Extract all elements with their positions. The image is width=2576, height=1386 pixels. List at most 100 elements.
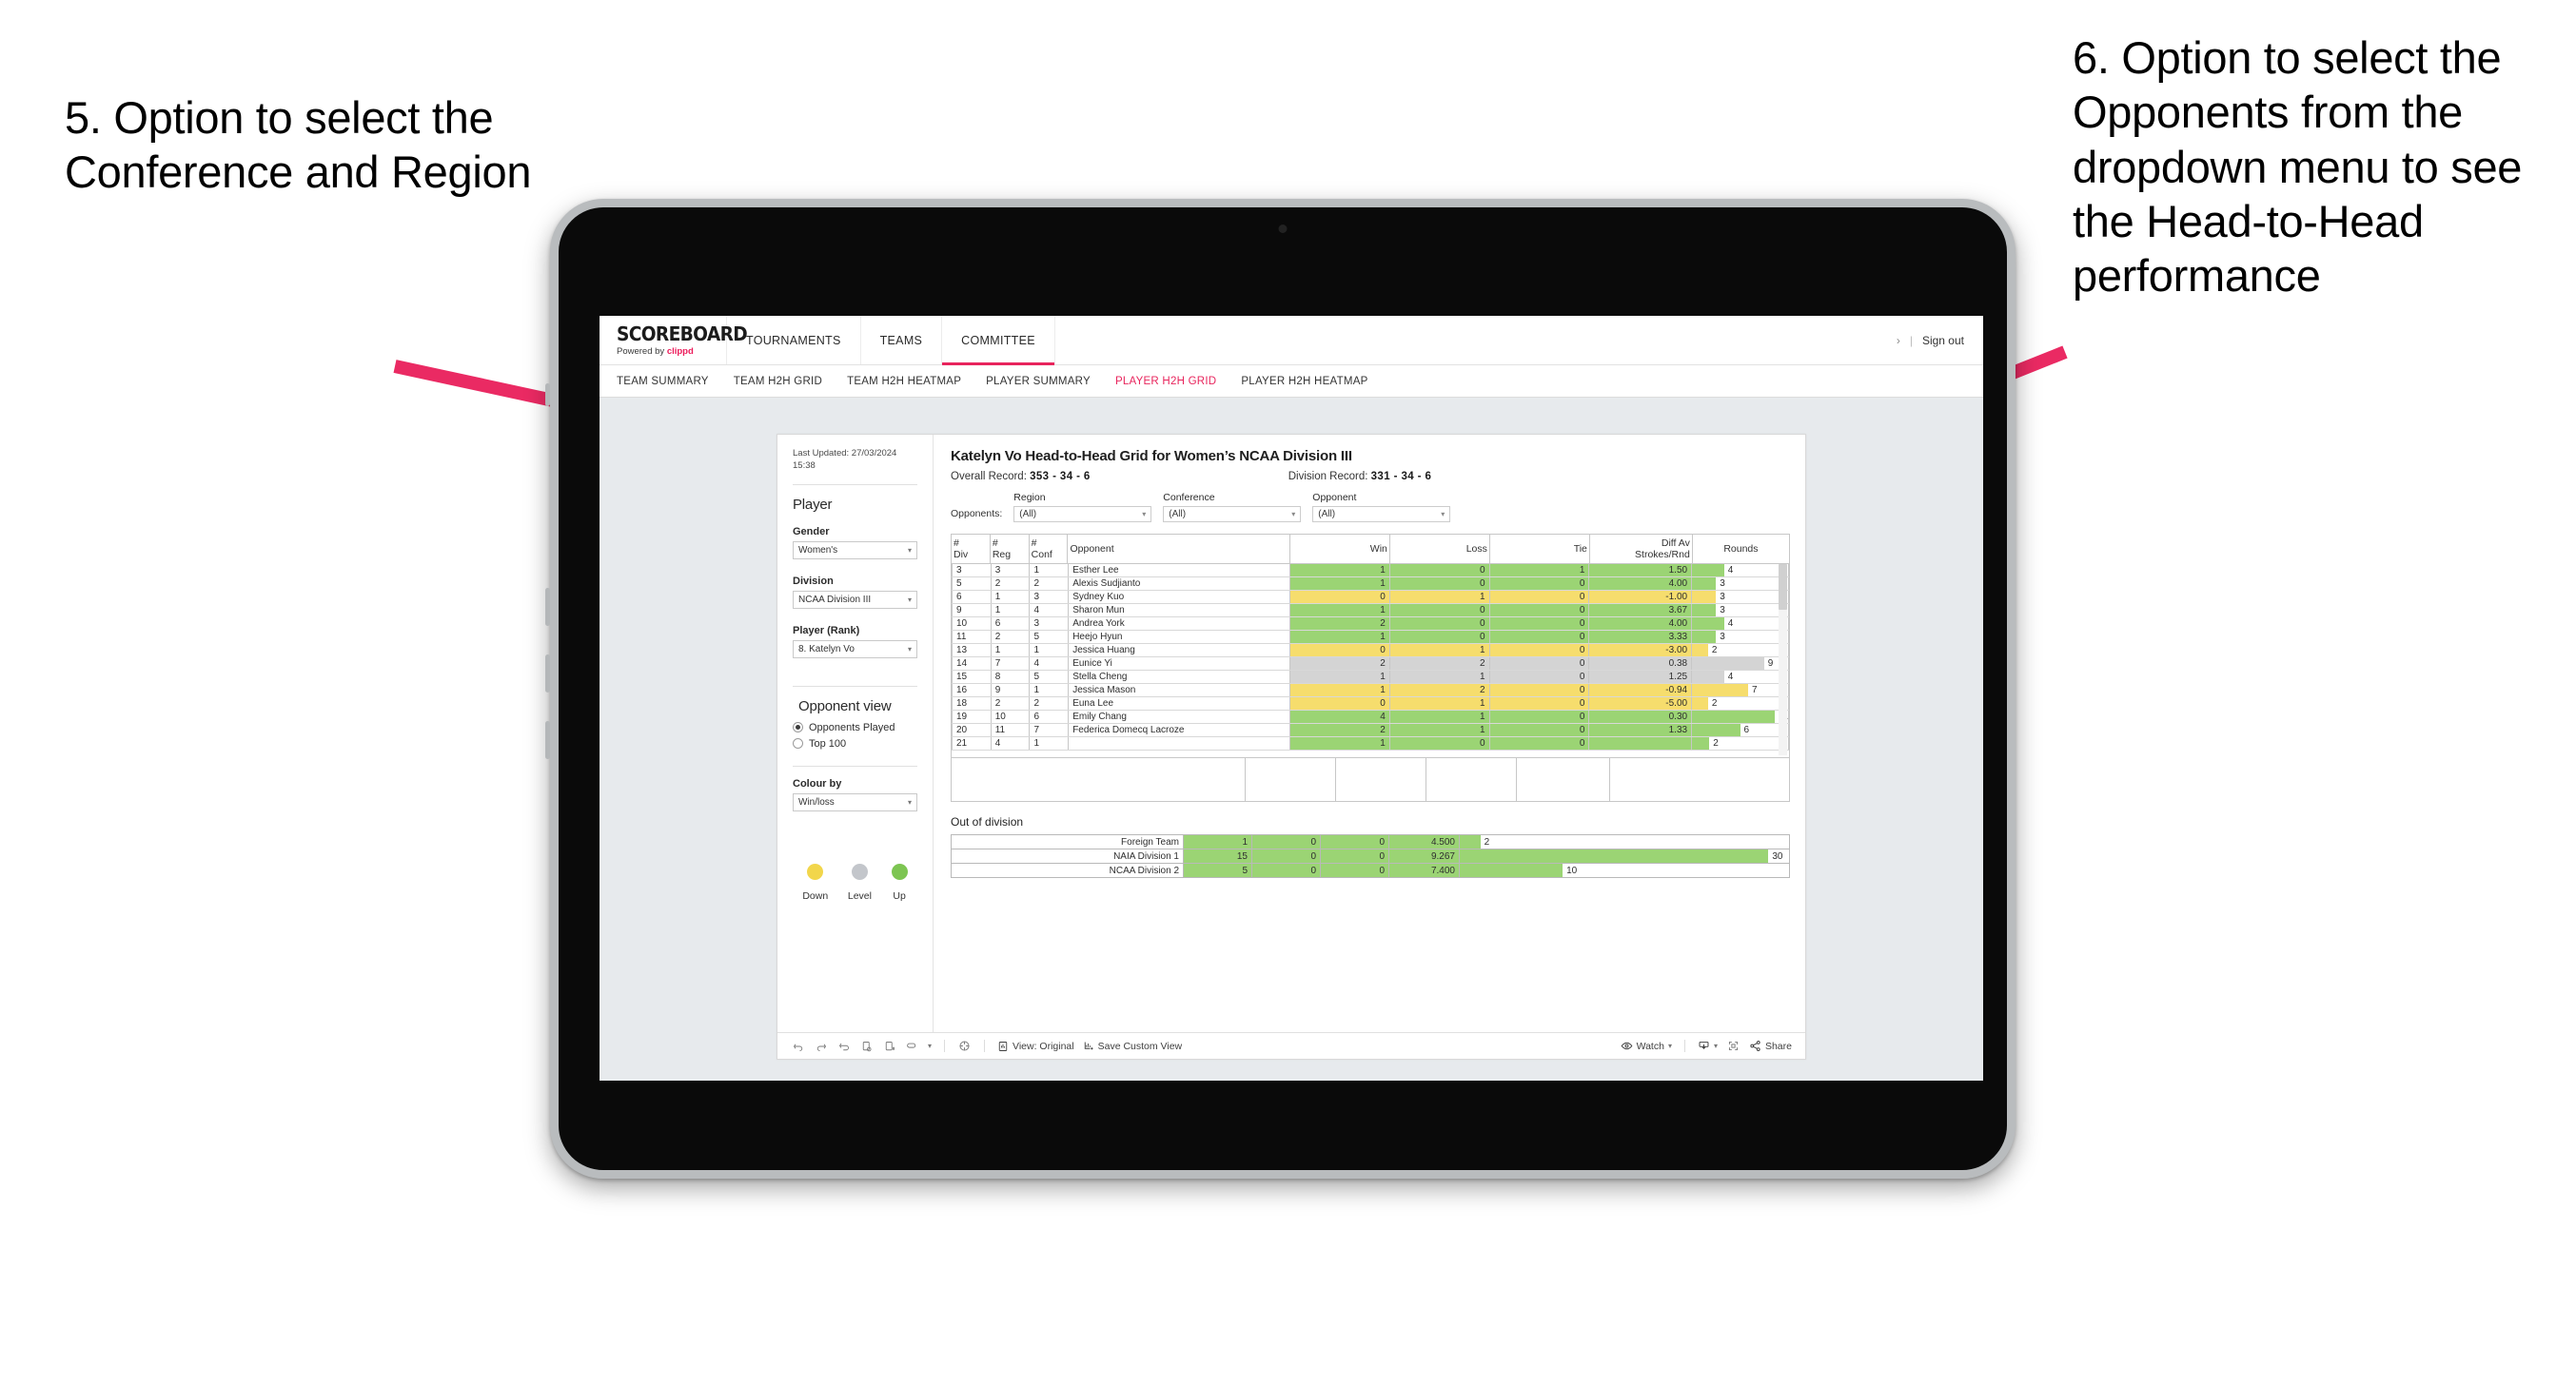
filter-opponent-select[interactable]: (All) ▾ bbox=[1312, 506, 1451, 522]
share-button[interactable]: Share bbox=[1749, 1040, 1792, 1052]
chevron-down-icon: ▾ bbox=[907, 644, 912, 654]
cell-tie: 0 bbox=[1488, 736, 1589, 752]
out-of-division-row[interactable]: NAIA Division 1 15 0 0 9.267 30 bbox=[951, 849, 1790, 865]
share-icon bbox=[1750, 1041, 1760, 1051]
watch-button[interactable]: Watch ▾ bbox=[1621, 1040, 1672, 1052]
cell-tie: 0 bbox=[1488, 696, 1589, 712]
pan-icon[interactable] bbox=[905, 1039, 919, 1053]
grid-vertical-scrollbar[interactable] bbox=[1779, 564, 1787, 756]
table-row[interactable]: 18 2 2 Euna Lee 0 1 0 -5.00 2 bbox=[952, 696, 1789, 712]
nav-item-tournaments[interactable]: TOURNAMENTS bbox=[727, 316, 861, 364]
rounds-bar-fill bbox=[1692, 631, 1717, 644]
table-row[interactable]: 14 7 4 Eunice Yi 2 2 0 0.38 9 bbox=[952, 656, 1789, 672]
visualization-card: Last Updated: 27/03/2024 15:38 Player Ge… bbox=[777, 434, 1806, 1060]
redo-icon[interactable] bbox=[814, 1039, 828, 1053]
save-custom-view-button[interactable]: Save Custom View bbox=[1083, 1041, 1182, 1052]
table-row[interactable]: 3 3 1 Esther Lee 1 0 1 1.50 4 bbox=[952, 564, 1789, 578]
col-win: Win bbox=[1288, 533, 1390, 565]
cell-div: 6 bbox=[952, 590, 992, 605]
select-division[interactable]: NCAA Division III ▾ bbox=[793, 590, 917, 609]
brand-logo[interactable]: SCOREBOARD Powered by clippd bbox=[600, 316, 748, 364]
cell-win: 1 bbox=[1289, 736, 1390, 752]
cell-rounds: 3 bbox=[1691, 603, 1789, 618]
cell-loss: 2 bbox=[1388, 683, 1490, 698]
cell-loss: 1 bbox=[1388, 643, 1490, 658]
cell-diff: -3.00 bbox=[1588, 643, 1692, 658]
pause-auto-update-icon[interactable] bbox=[882, 1039, 896, 1053]
out-of-division-row[interactable]: Foreign Team 1 0 0 4.500 2 bbox=[951, 834, 1790, 850]
fullscreen-icon[interactable] bbox=[1726, 1039, 1740, 1053]
radio-top-100[interactable]: Top 100 bbox=[793, 738, 917, 750]
grid-scrollbar-thumb[interactable] bbox=[1779, 564, 1787, 611]
cell-rounds: 30 bbox=[1459, 849, 1790, 865]
table-row[interactable]: 16 9 1 Jessica Mason 1 2 0 -0.94 7 bbox=[952, 683, 1789, 698]
chevron-right-icon[interactable]: › bbox=[1897, 334, 1900, 347]
nav-item-teams[interactable]: TEAMS bbox=[861, 316, 943, 364]
subnav-player-h2h-heatmap[interactable]: PLAYER H2H HEATMAP bbox=[1241, 376, 1367, 387]
rounds-bar-fill bbox=[1692, 617, 1724, 631]
table-row[interactable]: 6 1 3 Sydney Kuo 0 1 0 -1.00 3 bbox=[952, 590, 1789, 605]
cell-tie: 0 bbox=[1488, 616, 1589, 632]
select-gender[interactable]: Women's ▾ bbox=[793, 540, 917, 559]
table-row[interactable]: 11 2 5 Heejo Hyun 1 0 0 3.33 3 bbox=[952, 630, 1789, 645]
overall-record: Overall Record: 353 - 34 - 6 bbox=[951, 471, 1091, 482]
cell-opponent: Stella Cheng bbox=[1068, 670, 1290, 685]
subnav-team-summary[interactable]: TEAM SUMMARY bbox=[617, 376, 709, 387]
table-row-partial[interactable]: 21 4 1 100 2 bbox=[952, 736, 1789, 752]
header-divider: | bbox=[1909, 333, 1913, 347]
subnav-team-h2h-grid[interactable]: TEAM H2H GRID bbox=[734, 376, 822, 387]
field-gender: Gender Women's ▾ bbox=[793, 526, 917, 559]
sidebar-divider-3 bbox=[793, 765, 917, 767]
overall-record-value: 353 - 34 - 6 bbox=[1030, 471, 1091, 482]
rounds-bar-fill bbox=[1692, 711, 1775, 724]
revert-icon[interactable] bbox=[836, 1039, 851, 1053]
col-diff: Diff Av Strokes/Rnd bbox=[1588, 533, 1693, 565]
view-original-button[interactable]: View: Original bbox=[997, 1041, 1074, 1052]
cell-div: 19 bbox=[952, 710, 992, 725]
refresh-icon[interactable] bbox=[859, 1039, 874, 1053]
cell-tie: 0 bbox=[1488, 710, 1589, 725]
cell-conf: 3 bbox=[1029, 590, 1069, 605]
view-icon bbox=[998, 1041, 1008, 1051]
table-row[interactable]: 13 1 1 Jessica Huang 0 1 0 -3.00 2 bbox=[952, 643, 1789, 658]
table-row[interactable]: 19106Emily Chang4100.3011 bbox=[952, 710, 1789, 725]
rounds-value: 10 bbox=[1566, 865, 1578, 876]
subnav-team-h2h-heatmap[interactable]: TEAM H2H HEATMAP bbox=[847, 376, 961, 387]
table-row[interactable]: 10 6 3 Andrea York 2 0 0 4.00 4 bbox=[952, 616, 1789, 632]
table-row[interactable]: 20 11 7 Federica Domecq Lacroze 2 1 0 1.33 6 bbox=[952, 723, 1789, 738]
chevron-down-icon: ▾ bbox=[1142, 510, 1147, 518]
download-button[interactable]: ▾ bbox=[1698, 1040, 1718, 1052]
filter-conference-select[interactable]: (All) ▾ bbox=[1163, 506, 1302, 522]
subnav-player-summary[interactable]: PLAYER SUMMARY bbox=[986, 376, 1091, 387]
cell-opponent: Alexis Sudjianto bbox=[1068, 576, 1290, 592]
chevron-down-icon[interactable]: ▾ bbox=[928, 1042, 932, 1050]
table-row[interactable]: 15 8 5 Stella Cheng 1 1 0 1.25 4 bbox=[952, 670, 1789, 685]
table-row[interactable]: 5 2 2 Alexis Sudjianto 1 0 0 4.00 3 bbox=[952, 576, 1789, 592]
out-of-division-row[interactable]: NCAA Division 2 5 0 0 7.400 10 bbox=[951, 863, 1790, 879]
cell-opponent: Esther Lee bbox=[1068, 564, 1290, 578]
view-original-label: View: Original bbox=[1013, 1040, 1074, 1052]
cell-tie: 0 bbox=[1488, 643, 1589, 658]
cell-div: 16 bbox=[952, 683, 992, 698]
legend-item-up: Up bbox=[891, 863, 908, 902]
legend-item-level: Level bbox=[848, 863, 872, 902]
toolbar-divider-2 bbox=[984, 1040, 986, 1052]
highlight-icon[interactable] bbox=[957, 1039, 972, 1053]
subnav-player-h2h-grid[interactable]: PLAYER H2H GRID bbox=[1115, 376, 1216, 387]
nav-item-committee[interactable]: COMMITTEE bbox=[942, 316, 1055, 365]
select-player-rank[interactable]: 8. Katelyn Vo ▾ bbox=[793, 639, 917, 658]
radio-opponents-played[interactable]: Opponents Played bbox=[793, 722, 917, 733]
cell-conf: 2 bbox=[1029, 696, 1069, 712]
cell-rounds: 10 bbox=[1459, 863, 1790, 879]
undo-icon[interactable] bbox=[791, 1039, 805, 1053]
cell-diff: 1.25 bbox=[1588, 670, 1692, 685]
table-row[interactable]: 9 1 4 Sharon Mun 1 0 0 3.67 3 bbox=[952, 603, 1789, 618]
cell-opponent: Federica Domecq Lacroze bbox=[1068, 723, 1290, 738]
cell-tie: 0 bbox=[1488, 656, 1589, 672]
workspace: Last Updated: 27/03/2024 15:38 Player Ge… bbox=[600, 398, 1983, 1081]
select-colour-by[interactable]: Win/loss ▾ bbox=[793, 792, 917, 811]
cell-diff: 0.38 bbox=[1588, 656, 1692, 672]
h2h-grid-scroll-area[interactable]: 3 3 1 Esther Lee 1 0 1 1.50 4 5 2 2 Alexis Sudjianto… bbox=[951, 564, 1790, 759]
filter-region-select[interactable]: (All) ▾ bbox=[1013, 506, 1152, 522]
sign-out-link[interactable]: Sign out bbox=[1922, 334, 1964, 347]
